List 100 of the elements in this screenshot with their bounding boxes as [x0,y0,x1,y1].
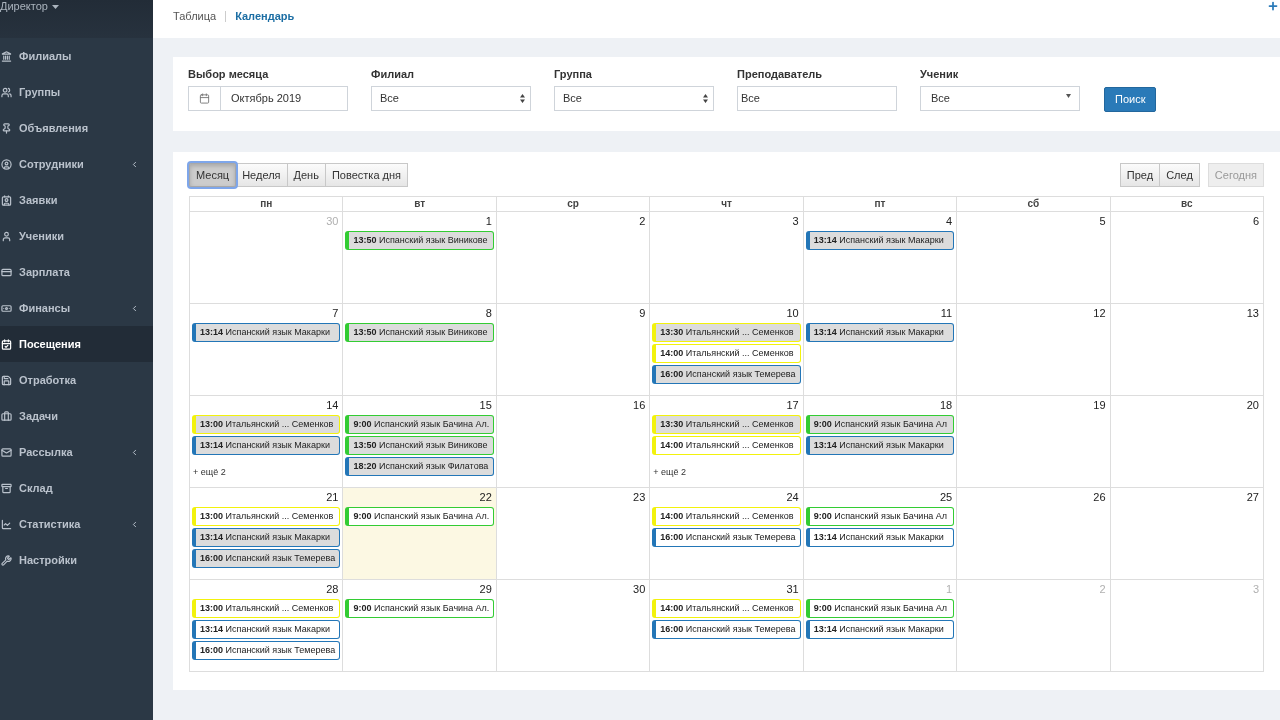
calendar-event[interactable]: 14:00 Итальянский ... Семенков [652,344,801,363]
calendar-event[interactable]: 13:50 Испанский язык Виникове [345,323,494,342]
user-circle-icon [1,158,12,170]
calendar-event[interactable]: 13:00 Итальянский ... Семенков [192,599,341,618]
caret-down-icon [51,4,59,9]
nav-button[interactable]: Пред [1119,163,1161,187]
day-number: 12 [1093,306,1106,321]
day-number: 24 [786,490,799,505]
line-chart-icon [1,518,12,530]
calendar-event[interactable]: 14:00 Итальянский ... Семенков [652,507,801,526]
calendar-event[interactable]: 13:50 Испанский язык Виникове [345,436,494,455]
view-tab[interactable]: Календарь [235,9,295,23]
users-icon [1,86,12,98]
day-number: 2 [1099,582,1106,597]
sidebar-item[interactable]: Посещения [0,326,153,362]
sidebar-item[interactable]: Склад [0,470,153,506]
calendar-event[interactable]: 16:00 Испанский язык Темерева [192,641,341,660]
sidebar-item[interactable]: Рассылка [0,434,153,470]
day-number: 6 [1252,214,1259,229]
text-field[interactable]: Все [737,86,897,111]
view-button[interactable]: Месяц [189,163,237,187]
day-number: 31 [786,582,799,597]
bank-icon [1,50,12,62]
pin-icon [1,122,12,134]
briefcase-icon [1,410,12,422]
calendar-event[interactable]: 13:14 Испанский язык Макарки [192,436,341,455]
calendar-check-icon [1,338,12,350]
calendar-event[interactable]: 13:14 Испанский язык Макарки [805,528,955,547]
sidebar-item[interactable]: Задачи [0,398,153,434]
sidebar-item[interactable]: Зарплата [0,254,153,290]
view-button[interactable]: Неделя [235,163,288,187]
day-number: 29 [479,582,492,597]
calendar-event[interactable]: 13:30 Итальянский ... Семенков [652,415,801,434]
sidebar-item[interactable]: Филиалы [0,38,153,74]
nav-button[interactable]: След [1159,163,1200,187]
calendar-event[interactable]: 13:14 Испанский язык Макарки [192,620,341,639]
calendar-event[interactable]: 9:00 Испанский язык Бачина Ал. [345,599,494,618]
day-number: 22 [479,490,492,505]
banknote-icon [1,302,12,314]
day-number: 1 [946,582,953,597]
calendar-event[interactable]: 18:20 Испанский язык Филатова [345,457,494,476]
user-menu[interactable]: Директор [0,0,59,13]
sidebar-item[interactable]: Ученики [0,218,153,254]
credit-card-icon [1,266,12,278]
day-number: 19 [1093,398,1106,413]
calendar-event[interactable]: 16:00 Испанский язык Темерева [652,365,801,384]
day-number: 28 [326,582,339,597]
calendar-event[interactable]: 13:14 Испанский язык Макарки [192,323,341,342]
day-number: 9 [639,306,646,321]
calendar-event[interactable]: 13:00 Итальянский ... Семенков [192,507,341,526]
contact-card-icon [1,194,12,206]
day-number: 14 [326,398,339,413]
day-number: 1 [485,214,492,229]
calendar-event[interactable]: 9:00 Испанский язык Бачина Ал [805,415,955,434]
view-button[interactable]: День [286,163,326,187]
calendar-event[interactable]: 9:00 Испанский язык Бачина Ал [805,599,955,618]
day-number: 3 [792,214,799,229]
calendar-event[interactable]: 13:00 Итальянский ... Семенков [192,415,341,434]
calendar-event[interactable]: 16:00 Испанский язык Темерева [652,620,801,639]
select-field[interactable]: Все [554,86,714,111]
day-number: 3 [1252,582,1259,597]
envelope-icon [1,446,12,458]
search-button[interactable]: Поиск [1104,86,1157,112]
calendar-event[interactable]: 16:00 Испанский язык Темерева [192,549,341,568]
select-field[interactable]: Все [371,86,531,111]
calendar-event[interactable]: 14:00 Итальянский ... Семенков [652,436,801,455]
plus-icon[interactable] [1267,0,1279,12]
sidebar-item[interactable]: Объявления [0,110,153,146]
calendar-event[interactable]: 13:50 Испанский язык Виникове [345,231,494,250]
more-events-link[interactable]: + ещё 2 [653,467,686,477]
sidebar-item[interactable]: Сотрудники [0,146,153,182]
calendar-event[interactable]: 9:00 Испанский язык Бачина Ал [805,507,955,526]
day-number: 10 [786,306,799,321]
sidebar-item[interactable]: Статистика [0,506,153,542]
up-down-arrows-icon [520,94,525,103]
view-tab[interactable]: Таблица [173,9,217,23]
calendar-event[interactable]: 13:14 Испанский язык Макарки [805,620,955,639]
field-label: Группа [554,68,593,81]
sidebar-item[interactable]: Финансы [0,290,153,326]
calendar-event[interactable]: 9:00 Испанский язык Бачина Ал. [345,415,494,434]
month-picker[interactable]: Октябрь 2019 [188,86,348,111]
sidebar-item[interactable]: Группы [0,74,153,110]
sidebar-item[interactable]: Заявки [0,182,153,218]
calendar-event[interactable]: 13:14 Испанский язык Макарки [805,231,955,250]
sidebar-item[interactable]: Отработка [0,362,153,398]
calendar-event[interactable]: 13:14 Испанский язык Макарки [805,323,955,342]
user-icon [1,230,12,242]
view-button[interactable]: Повестка дня [324,163,408,187]
up-down-arrows-icon [703,94,708,103]
more-events-link[interactable]: + ещё 2 [193,467,226,477]
calendar-event[interactable]: 14:00 Итальянский ... Семенков [652,599,801,618]
sidebar-item[interactable]: Настройки [0,542,153,578]
calendar-event[interactable]: 9:00 Испанский язык Бачина Ал. [345,507,494,526]
calendar-event[interactable]: 13:14 Испанский язык Макарки [192,528,341,547]
day-number: 18 [939,398,953,413]
calendar-event[interactable]: 16:00 Испанский язык Темерева [652,528,801,547]
dropdown-field[interactable]: Все [920,86,1080,111]
calendar-event[interactable]: 13:30 Итальянский ... Семенков [652,323,801,342]
calendar-event[interactable]: 13:14 Испанский язык Макарки [805,436,955,455]
day-number: 27 [1246,490,1259,505]
